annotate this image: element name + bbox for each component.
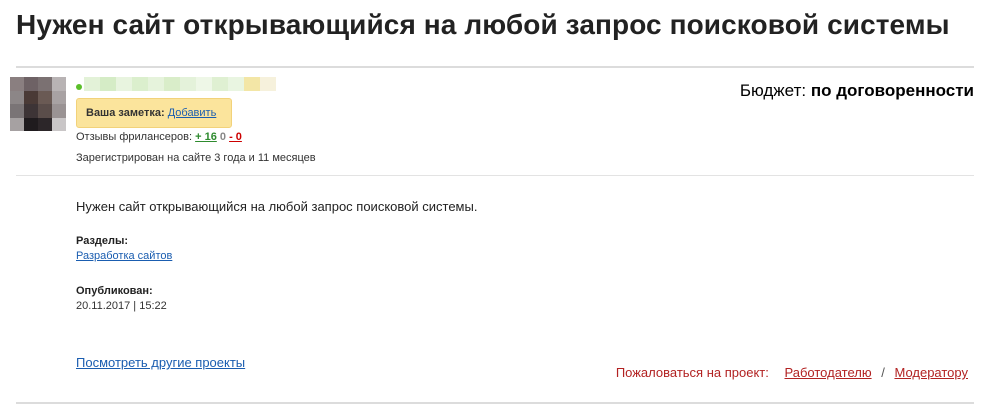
complain-label: Пожаловаться на проект:: [615, 365, 769, 380]
budget-value: по договоренности: [810, 81, 974, 100]
add-note-link[interactable]: Добавить: [168, 107, 217, 119]
budget: Бюджет: по договоренности: [740, 81, 974, 101]
divider-top: [16, 66, 974, 68]
online-status-icon: [76, 84, 82, 90]
published-date: 20.11.2017 | 15:22: [76, 300, 167, 312]
freelancer-reviews: Отзывы фрилансеров: + 16 0 - 0: [76, 131, 242, 143]
avatar[interactable]: [10, 77, 66, 131]
section-link-web-development[interactable]: Разработка сайтов: [76, 250, 172, 262]
sections-label: Разделы:: [76, 235, 129, 247]
registration-info: Зарегистрирован на сайте 3 года и 11 мес…: [76, 152, 316, 164]
reviews-label: Отзывы фрилансеров:: [76, 131, 193, 143]
project-description: Нужен сайт открывающийся на любой запрос…: [76, 199, 478, 214]
divider-bottom: [16, 402, 974, 404]
complain-moderator-link[interactable]: Модератору: [894, 365, 968, 380]
reviews-negative-link[interactable]: - 0: [229, 131, 242, 143]
username-blurred[interactable]: [76, 76, 276, 92]
complain-separator: /: [881, 365, 885, 380]
complain-employer-link[interactable]: Работодателю: [785, 365, 872, 380]
user-note-box: Ваша заметка: Добавить: [76, 98, 232, 128]
budget-label: Бюджет:: [739, 81, 807, 100]
reviews-neutral: 0: [219, 131, 226, 143]
page-title: Нужен сайт открывающийся на любой запрос…: [16, 9, 950, 40]
username-pixelated: [84, 77, 276, 91]
complain-section: Пожаловаться на проект: Работодателю / М…: [616, 365, 968, 380]
published-label: Опубликован:: [76, 285, 153, 297]
note-label: Ваша заметка:: [86, 107, 165, 119]
divider-middle: [16, 175, 974, 176]
other-projects-link[interactable]: Посмотреть другие проекты: [76, 355, 245, 370]
reviews-positive-link[interactable]: + 16: [195, 131, 217, 143]
